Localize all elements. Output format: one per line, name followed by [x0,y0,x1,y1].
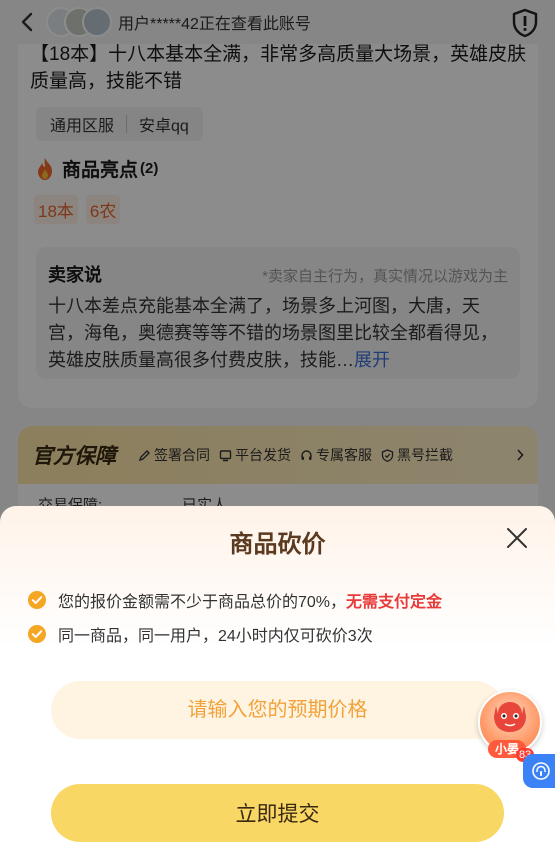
rule-item: 您的报价金额需不少于商品总价的70%， 无需支付定金 [28,588,442,612]
submit-button[interactable]: 立即提交 [51,784,504,842]
sheet-title: 商品砍价 [229,531,326,558]
rule-text: 您的报价金额需不少于商品总价的70%， [58,594,347,611]
rule-item: 同一商品，同一用户，24小时内仅可砍价3次 [28,622,373,646]
support-icon [532,762,550,780]
rule-emphasis: 无需支付定金 [346,594,443,611]
close-icon[interactable] [505,526,529,550]
headset-float-button[interactable] [523,754,555,788]
expected-price-input[interactable] [51,681,504,739]
bargain-sheet: 商品砍价 您的报价金额需不少于商品总价的70%， 无需支付定金 同一商品，同一用… [0,506,555,863]
check-circle-icon [28,591,46,609]
assistant-mascot[interactable]: 小晏 83 [476,690,546,764]
check-circle-icon [28,625,46,643]
rule-text: 同一商品，同一用户，24小时内仅可砍价3次 [58,628,373,645]
